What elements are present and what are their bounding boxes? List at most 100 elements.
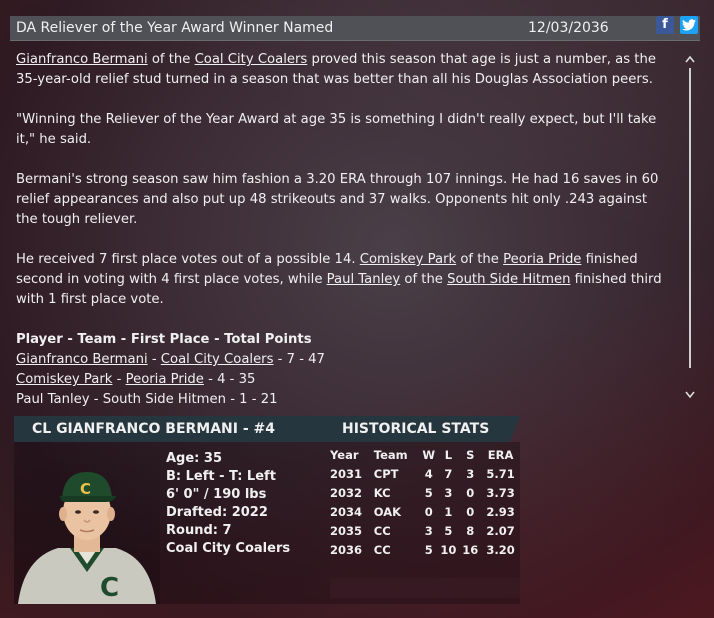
scroll-down-icon[interactable] — [682, 388, 698, 402]
cell: 2036 — [330, 542, 363, 557]
column-header: ERA — [487, 448, 514, 462]
paragraph-2: "Winning the Reliever of the Year Award … — [16, 112, 657, 147]
cell: 3 — [444, 485, 453, 500]
historical-stats-table: Year Team W L S ERA 2031 CPT 4 7 3 5.71 — [330, 446, 520, 559]
historical-stats-title: HISTORICAL STATS — [342, 421, 490, 437]
text: - 7 - 47 — [273, 352, 325, 367]
cell: 4 — [424, 466, 433, 481]
text: - 1 - 21 — [226, 392, 278, 406]
standings-header: Player - Team - First Place - Total Poin… — [16, 332, 312, 347]
chevron-up-icon — [685, 55, 695, 63]
team-link[interactable]: South Side Hitmen — [447, 272, 570, 287]
stats-footer-bar — [330, 578, 520, 598]
column-header: W — [422, 448, 436, 462]
paragraph-4: He received 7 first place votes out of a… — [16, 250, 666, 310]
player-link[interactable]: Gianfranco Bermani — [16, 352, 148, 367]
cell: 2.93 — [486, 504, 515, 519]
cell: 2034 — [330, 504, 363, 519]
player-link[interactable]: Comiskey Park — [360, 252, 456, 267]
cell: 5.71 — [486, 466, 515, 481]
table-row: 2035 CC 3 5 8 2.07 — [330, 521, 520, 540]
table-row: 2032 KC 5 3 0 3.73 — [330, 483, 520, 502]
player-avatar-icon: C C — [18, 472, 156, 604]
player-portrait: C C — [14, 446, 160, 604]
cell: CPT — [373, 466, 399, 481]
paragraph-3: Bermani's strong season saw him fashion … — [16, 172, 659, 227]
player-bio: Age: 35 B: Left - T: Left 6' 0" / 190 lb… — [166, 450, 290, 558]
text: of the — [400, 272, 448, 287]
text: - — [89, 392, 103, 406]
article-date: 12/03/2036 — [528, 20, 609, 36]
player-link[interactable]: Comiskey Park — [16, 372, 112, 387]
scroll-thumb[interactable] — [689, 68, 691, 368]
paragraph-1: Gianfranco Bermani of the Coal City Coal… — [16, 50, 666, 90]
table-row: 2034 OAK 0 1 0 2.93 — [330, 502, 520, 521]
player-card: C C Age: 35 B: Left - T: Left 6' 0" / 19… — [14, 442, 520, 604]
cell: 8 — [466, 523, 475, 538]
column-header: Team — [373, 448, 408, 462]
cell: 2031 — [330, 466, 363, 481]
player-bats-throws: B: Left - T: Left — [166, 469, 276, 484]
player-age: Age: 35 — [166, 451, 222, 466]
cell: 2035 — [330, 523, 363, 538]
cell: 3.20 — [486, 542, 515, 557]
scroll-up-icon[interactable] — [682, 52, 698, 66]
twitter-icon[interactable] — [680, 16, 698, 34]
player-name: Paul Tanley — [16, 392, 90, 406]
svg-text:C: C — [80, 480, 91, 498]
chevron-down-icon — [685, 391, 695, 399]
team-name: South Side Hitmen — [102, 392, 227, 406]
column-header: S — [466, 448, 475, 462]
player-link[interactable]: Gianfranco Bermani — [16, 52, 148, 67]
svg-text:C: C — [100, 573, 119, 603]
article-header: DA Reliever of the Year Award Winner Nam… — [10, 16, 700, 41]
team-link[interactable]: Peoria Pride — [503, 252, 581, 267]
standings: Player - Team - First Place - Total Poin… — [16, 330, 666, 406]
cell: 5 — [424, 542, 433, 557]
player-link[interactable]: Paul Tanley — [327, 272, 401, 287]
cell: 0 — [466, 485, 475, 500]
team-link[interactable]: Coal City Coalers — [161, 352, 274, 367]
text: He received 7 first place votes out of a… — [16, 252, 360, 267]
table-row: 2036 CC 5 10 16 3.20 — [330, 540, 520, 559]
cell: 2.07 — [486, 523, 515, 538]
cell: CC — [373, 542, 391, 557]
cell: 3.73 — [486, 485, 515, 500]
team-link[interactable]: Coal City Coalers — [195, 52, 308, 67]
article-title: DA Reliever of the Year Award Winner Nam… — [16, 20, 334, 36]
cell: 10 — [440, 542, 457, 557]
player-card-name: CL GIANFRANCO BERMANI - #4 — [32, 421, 276, 437]
article-body: Gianfranco Bermani of the Coal City Coal… — [16, 50, 666, 406]
player-height-weight: 6' 0" / 190 lbs — [166, 487, 267, 502]
cell: OAK — [373, 504, 402, 519]
text: of the — [147, 52, 195, 67]
twitter-bird-icon — [682, 19, 696, 31]
player-team: Coal City Coalers — [166, 541, 291, 556]
text: - — [147, 352, 161, 367]
table-row: 2031 CPT 4 7 3 5.71 — [330, 464, 520, 483]
column-header: Year — [330, 448, 359, 462]
cell: 5 — [444, 523, 453, 538]
player-round: Round: 7 — [166, 523, 232, 538]
cell: 16 — [462, 542, 479, 557]
cell: 1 — [444, 504, 453, 519]
text: - 4 - 35 — [203, 372, 256, 387]
text: of the — [456, 252, 504, 267]
cell: KC — [373, 485, 391, 500]
player-card-header: CL GIANFRANCO BERMANI - #4 HISTORICAL ST… — [14, 416, 520, 442]
standings-row: Gianfranco Bermani - Coal City Coalers -… — [16, 350, 666, 370]
text: - — [112, 372, 126, 387]
standings-row: Comiskey Park - Peoria Pride - 4 - 35 — [16, 370, 666, 390]
stats-header-row: Year Team W L S ERA — [330, 446, 520, 464]
cell: 2032 — [330, 485, 363, 500]
cell: 0 — [466, 504, 475, 519]
team-link[interactable]: Peoria Pride — [126, 372, 204, 387]
cell: 5 — [424, 485, 433, 500]
cell: 0 — [424, 504, 433, 519]
facebook-icon[interactable]: f — [656, 16, 674, 34]
cell: 7 — [444, 466, 453, 481]
cell: CC — [373, 523, 391, 538]
article-scrollbar[interactable] — [682, 52, 698, 402]
player-drafted: Drafted: 2022 — [166, 505, 268, 520]
cell: 3 — [466, 466, 475, 481]
